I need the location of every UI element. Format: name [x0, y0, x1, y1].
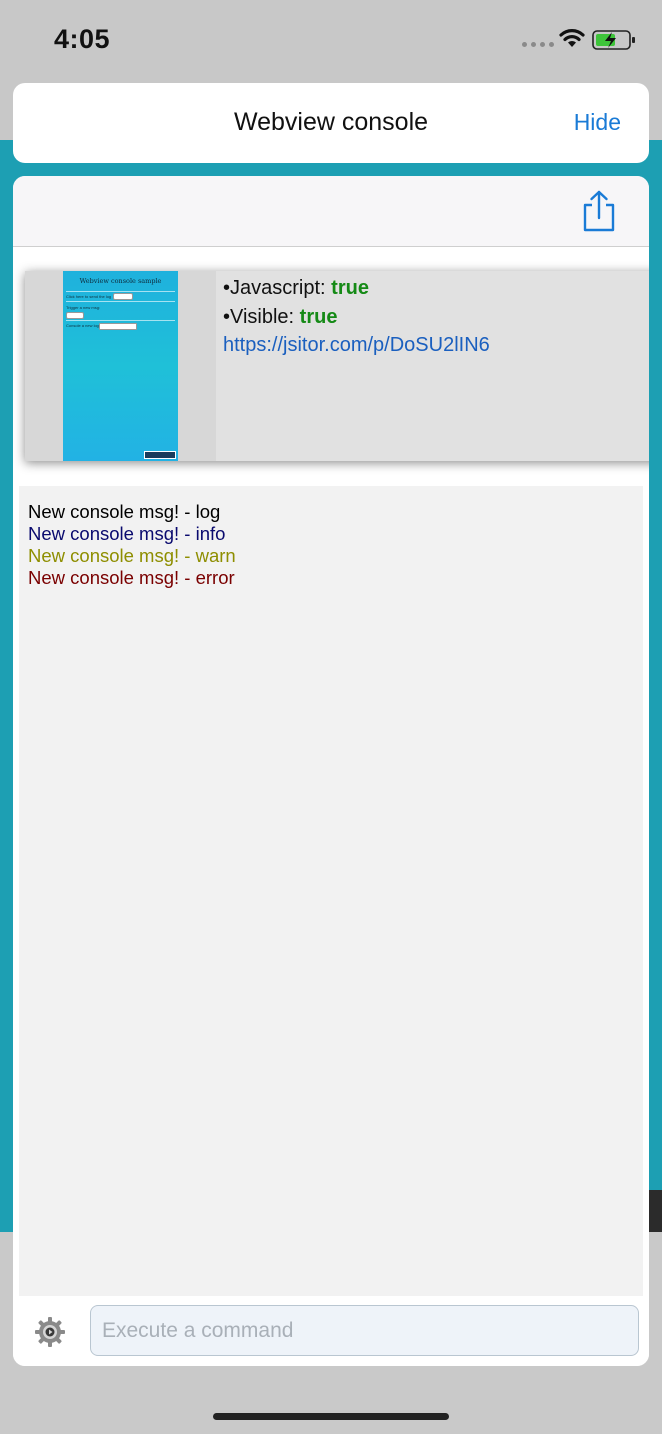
javascript-status: •Javascript: true — [223, 277, 369, 300]
status-bar: 4:05 — [0, 0, 662, 80]
header-card: Webview console Hide — [13, 83, 649, 163]
toolbar — [13, 176, 649, 247]
command-bar — [13, 1296, 649, 1366]
javascript-label: •Javascript: — [223, 277, 332, 299]
gear-icon[interactable] — [34, 1316, 66, 1348]
thumbnail-divider — [66, 291, 175, 292]
thumbnail-divider — [66, 320, 175, 321]
webview-preview: Webview console sample Click here to sen… — [25, 271, 649, 461]
command-input[interactable] — [90, 1305, 639, 1356]
visible-value: true — [299, 306, 338, 328]
visible-status: •Visible: true — [223, 306, 337, 329]
console-message-warn: New console msg! - warn — [28, 545, 236, 566]
thumbnail-title: Webview console sample — [79, 277, 162, 285]
console-message-info: New console msg! - info — [28, 523, 226, 544]
signal-dots-icon — [522, 42, 554, 47]
javascript-value: true — [331, 277, 369, 299]
console-panel: Webview console sample Click here to sen… — [13, 176, 649, 1366]
background-edge — [648, 1190, 662, 1232]
page-title: Webview console — [233, 108, 429, 136]
visible-label: •Visible: — [223, 306, 300, 328]
thumbnail-badge — [144, 451, 176, 459]
console-message-log: New console msg! - log — [28, 501, 221, 522]
console-message-error: New console msg! - error — [28, 567, 235, 588]
hide-button[interactable]: Hide — [574, 109, 621, 136]
home-indicator[interactable] — [213, 1413, 449, 1420]
thumbnail-text: Console a new log: — [66, 323, 101, 328]
webview-info: •Javascript: true •Visible: true https:/… — [216, 271, 649, 461]
console-output[interactable]: New console msg! - log New console msg! … — [19, 486, 643, 1296]
thumbnail-button — [113, 293, 133, 300]
thumbnail-input — [99, 323, 137, 330]
thumbnail-button — [66, 312, 84, 319]
webview-thumbnail[interactable]: Webview console sample Click here to sen… — [63, 271, 178, 461]
thumbnail-text: Click here to send the log — [66, 294, 112, 299]
wifi-icon — [559, 29, 585, 47]
thumbnail-text: Trigger a new msg: — [66, 305, 101, 310]
share-icon[interactable] — [579, 189, 619, 233]
thumbnail-divider — [66, 301, 175, 302]
battery-charging-icon — [592, 30, 635, 50]
webview-url-link[interactable]: https://jsitor.com/p/DoSU2lIN6 — [223, 334, 490, 357]
status-time: 4:05 — [54, 24, 111, 54]
